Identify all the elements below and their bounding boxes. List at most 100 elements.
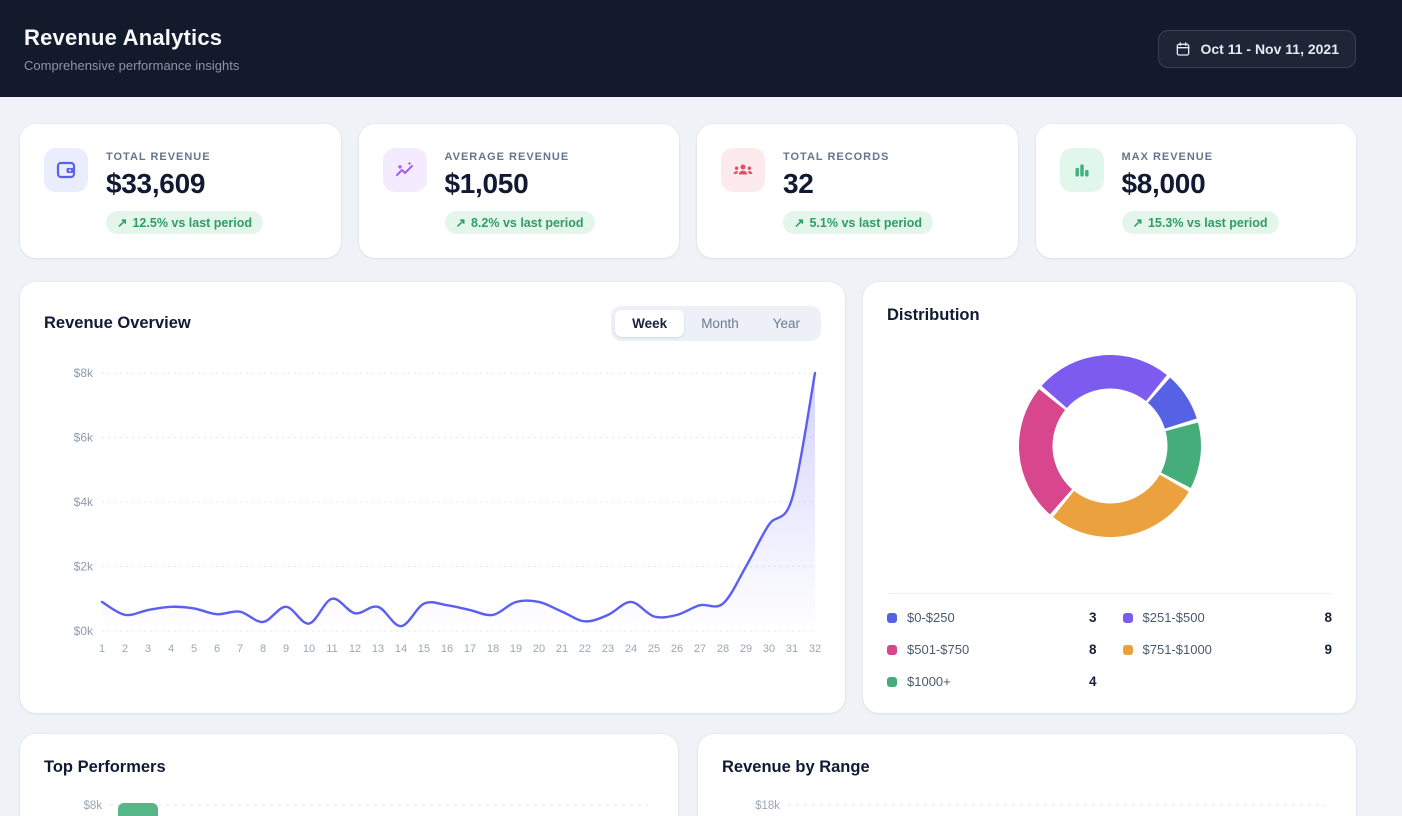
legend-label: $501-$750 [907, 642, 970, 657]
kpi-label: TOTAL REVENUE [106, 151, 211, 163]
kpi-label: AVERAGE REVENUE [444, 151, 570, 163]
x-axis-tick: 5 [191, 643, 197, 655]
date-range-label: Oct 11 - Nov 11, 2021 [1200, 40, 1339, 57]
legend-value: 3 [1088, 610, 1097, 625]
y-axis-tick: $6k [74, 431, 94, 445]
top-performers-title: Top Performers [44, 758, 166, 776]
x-axis-tick: 21 [556, 643, 568, 655]
calendar-icon [1175, 41, 1191, 57]
y-axis-tick: $4k [74, 495, 94, 509]
kpi-change-text: 5.1% vs last period [809, 215, 923, 230]
x-axis-tick: 25 [648, 643, 660, 655]
tab-month[interactable]: Month [684, 310, 756, 337]
users-icon [721, 148, 765, 192]
kpi-card-average-revenue: AVERAGE REVENUE $1,050 ↗ 8.2% vs last pe… [358, 124, 679, 258]
bar [118, 803, 158, 816]
x-axis-tick: 12 [349, 643, 361, 655]
kpi-label: MAX REVENUE [1121, 151, 1214, 163]
header-titles: Revenue Analytics Comprehensive performa… [24, 25, 239, 73]
legend-item: $251-$500 8 [1122, 610, 1332, 625]
kpi-card-max-revenue: MAX REVENUE $8,000 ↗ 15.3% vs last perio… [1035, 124, 1356, 258]
legend-swatch [887, 644, 897, 655]
x-axis-tick: 23 [602, 643, 614, 655]
sparkline-icon [382, 148, 427, 192]
x-axis-tick: 32 [809, 643, 821, 655]
distribution-legend: $0-$250 3 $251-$500 8 $501-$750 8 $751-$1000 9 $… [887, 593, 1332, 689]
revenue-by-range-card: Revenue by Range $18k [698, 734, 1356, 816]
x-axis-tick: 17 [464, 643, 476, 655]
kpi-card-total-revenue: TOTAL REVENUE $33,609 ↗ 12.5% vs last pe… [20, 124, 341, 258]
x-axis-tick: 16 [441, 643, 453, 655]
donut-segment [1160, 422, 1201, 488]
x-axis-tick: 29 [740, 643, 752, 655]
legend-swatch [1122, 612, 1133, 623]
kpi-body: AVERAGE REVENUE $1,050 ↗ 8.2% vs last pe… [444, 148, 595, 234]
tab-year[interactable]: Year [756, 310, 817, 337]
legend-label: $1000+ [907, 674, 951, 689]
revenue-line-chart: $0k$2k$4k$6k$8k1 2 3 4 5 6 7 8 9 10 11 12 13 14 15 16 17… [74, 366, 821, 655]
trend-up-icon: ↗ [1132, 216, 1143, 230]
legend-item: $501-$750 8 [887, 642, 1097, 657]
legend-value: 8 [1324, 610, 1332, 625]
x-axis-tick: 3 [145, 643, 151, 655]
legend-label: $751-$1000 [1142, 642, 1212, 657]
date-range-button[interactable]: Oct 11 - Nov 11, 2021 [1158, 29, 1356, 68]
distribution-card: Distribution $0-$250 3 $251-$500 8 $501-$750… [863, 282, 1356, 713]
x-axis-tick: 24 [625, 643, 637, 655]
legend-value: 4 [1088, 674, 1097, 689]
y-axis-tick: $2k [74, 560, 94, 574]
x-axis-tick: 11 [326, 643, 337, 655]
period-tabs: Week Month Year [611, 306, 821, 341]
kpi-change-text: 12.5% vs last period [132, 215, 252, 230]
donut-segment [1052, 474, 1189, 537]
kpi-card-total-records: TOTAL RECORDS 32 ↗ 5.1% vs last period [697, 124, 1018, 258]
revenue-overview-title: Revenue Overview [44, 314, 191, 332]
y-axis-tick: $8k [83, 800, 102, 812]
x-axis-tick: 31 [786, 643, 798, 655]
x-axis-tick: 20 [533, 643, 545, 655]
x-axis-tick: 19 [510, 643, 522, 655]
trend-up-icon: ↗ [794, 216, 805, 230]
legend-item: $751-$1000 9 [1122, 642, 1332, 657]
trend-up-icon: ↗ [455, 216, 466, 230]
charts-row: Revenue Overview Week Month Year $0k $2k $… [20, 282, 1356, 713]
y-axis-tick: $18k [755, 800, 780, 812]
legend-label: $0-$250 [907, 610, 955, 625]
donut-segment [1018, 389, 1072, 515]
x-axis-tick: 8 [260, 643, 266, 655]
y-axis-tick: $8k [74, 366, 94, 380]
top-performers-chart: $8k [83, 800, 648, 816]
tab-week[interactable]: Week [615, 310, 685, 337]
kpi-value: $8,000 [1121, 168, 1206, 199]
revenue-line [100, 371, 817, 628]
kpi-value: $33,609 [106, 168, 206, 199]
x-axis-tick: 14 [395, 643, 407, 655]
kpi-value: $1,050 [444, 168, 529, 199]
kpi-body: TOTAL RECORDS 32 ↗ 5.1% vs last period [783, 148, 934, 234]
legend-value: 8 [1088, 642, 1097, 657]
legend-item: $1000+ 4 [887, 674, 1097, 689]
kpi-body: MAX REVENUE $8,000 ↗ 15.3% vs last perio… [1121, 148, 1279, 234]
x-axis-tick: 13 [372, 643, 384, 655]
wallet-icon [44, 148, 88, 192]
legend-label: $251-$500 [1142, 610, 1205, 625]
x-axis-tick: 10 [303, 643, 315, 655]
revenue-by-range-chart: $18k [755, 800, 1326, 812]
kpi-cards: TOTAL REVENUE $33,609 ↗ 12.5% vs last pe… [20, 124, 1356, 258]
dashboard-main: TOTAL REVENUE $33,609 ↗ 12.5% vs last pe… [20, 124, 1356, 816]
donut-segment [1041, 355, 1167, 409]
page-subtitle: Comprehensive performance insights [24, 57, 240, 73]
donut-wrap [887, 351, 1332, 541]
kpi-change-badge: ↗ 8.2% vs last period [444, 211, 595, 234]
x-axis-tick: 2 [122, 643, 128, 655]
kpi-change-text: 8.2% vs last period [470, 215, 584, 230]
distribution-title: Distribution [887, 306, 980, 324]
kpi-value: 32 [783, 168, 814, 199]
distribution-donut-chart [1018, 355, 1201, 537]
y-axis-tick: $0k [74, 624, 94, 638]
legend-swatch [887, 676, 897, 687]
kpi-label: TOTAL RECORDS [783, 151, 890, 163]
x-axis-tick: 9 [283, 643, 289, 655]
x-axis-tick: 7 [237, 643, 243, 655]
kpi-change-badge: ↗ 15.3% vs last period [1121, 211, 1279, 234]
